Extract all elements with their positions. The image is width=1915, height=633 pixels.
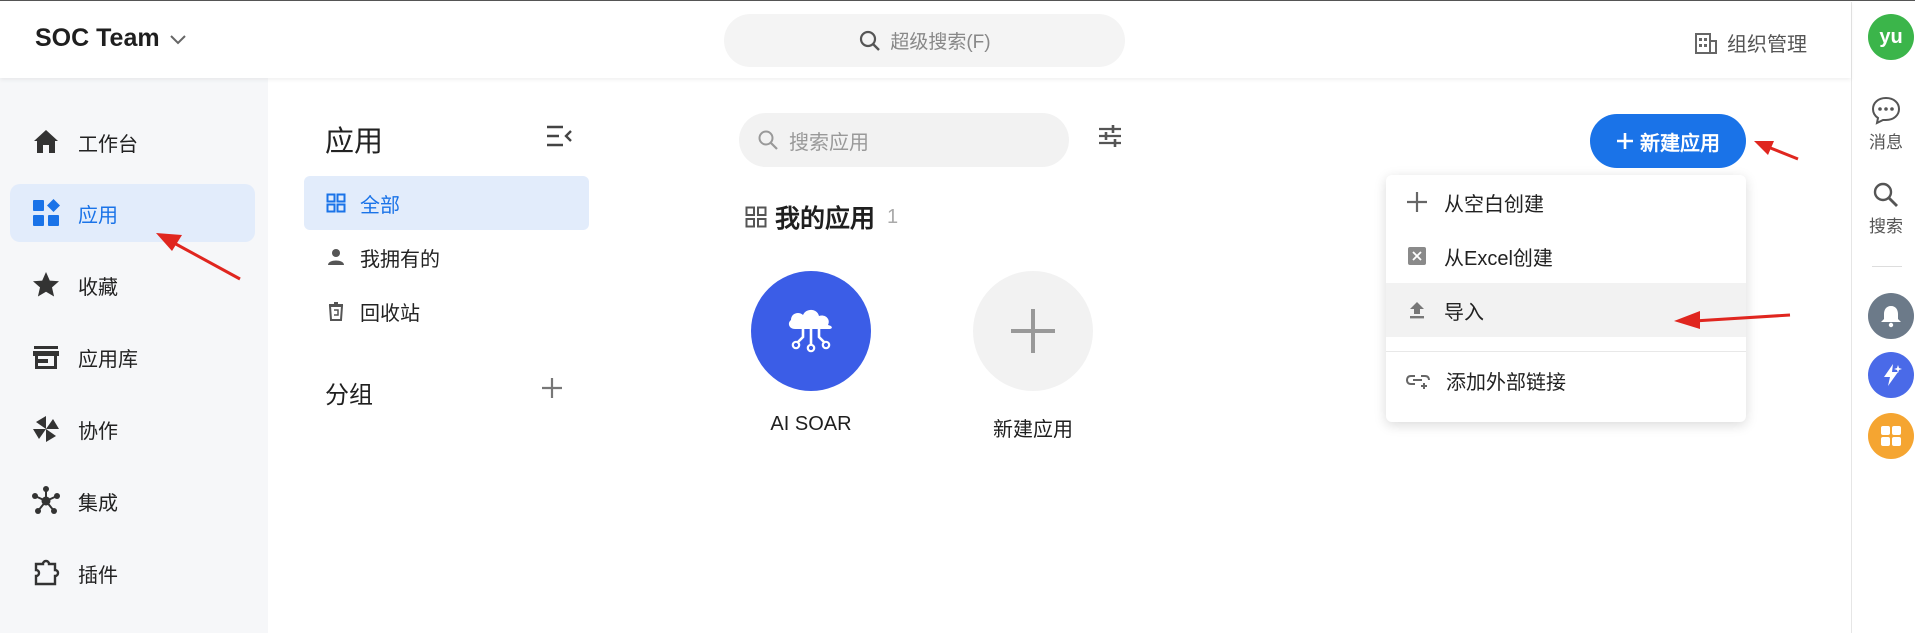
app-root: SOC Team 超级搜索(F) 组织管理 yu 消息 搜索 工作台 应用 收藏… [0, 0, 1915, 633]
search-icon [758, 130, 778, 150]
building-icon [1695, 32, 1717, 54]
left-sidebar: 工作台 应用 收藏 应用库 协作 集成 插件 [0, 78, 268, 633]
sidebar-item-workbench[interactable]: 工作台 [10, 113, 255, 171]
filter-owned[interactable]: 我拥有的 [304, 230, 589, 284]
chevron-down-icon [169, 34, 186, 44]
sidebar-item-label: 应用库 [78, 348, 138, 371]
menu-item-create-from-excel[interactable]: 从Excel创建 [1386, 229, 1746, 283]
my-apps-title: 我的应用 [775, 205, 876, 233]
annotation-arrow [156, 233, 241, 281]
filter-all[interactable]: 全部 [304, 176, 589, 230]
right-rail: yu 消息 搜索 [1851, 2, 1915, 633]
add-group-icon[interactable] [540, 376, 564, 400]
sidebar-item-label: 插件 [78, 564, 118, 587]
plus-icon [973, 271, 1093, 391]
super-search-input[interactable]: 超级搜索(F) [724, 14, 1125, 67]
sidebar-item-label: 协作 [78, 420, 118, 443]
sidebar-item-label: 应用 [78, 204, 118, 227]
messages-label: 消息 [1869, 133, 1903, 152]
new-app-button-label: 新建应用 [1640, 132, 1720, 155]
my-apps-count: 1 [887, 205, 899, 228]
apps-panel-title: 应用 [325, 126, 384, 158]
upload-icon [1410, 302, 1424, 319]
integration-icon [32, 486, 60, 514]
search-icon [860, 30, 881, 51]
avatar[interactable]: yu [1868, 14, 1914, 60]
filter-settings-icon[interactable] [1097, 123, 1123, 149]
person-icon [328, 249, 344, 265]
org-manage-label: 组织管理 [1727, 34, 1807, 56]
store-icon [33, 346, 59, 369]
menu-item-label: 添加外部链接 [1446, 371, 1566, 394]
rail-search-label: 搜索 [1869, 217, 1903, 236]
grid-icon [1881, 426, 1901, 446]
app-tile-label: AI SOAR [770, 413, 852, 435]
plus-icon [1617, 133, 1633, 149]
app-tile-new[interactable]: 新建应用 [953, 271, 1113, 442]
annotation-arrow [1674, 311, 1791, 329]
ai-assistant-button[interactable] [1868, 352, 1914, 398]
cloud-network-icon [751, 271, 871, 391]
org-manage-button[interactable]: 组织管理 [1693, 28, 1807, 57]
messages-button[interactable]: 消息 [1856, 94, 1915, 153]
chat-bubble-icon [1871, 96, 1901, 125]
top-header: SOC Team 超级搜索(F) 组织管理 [0, 2, 1851, 78]
app-search-input[interactable]: 搜索应用 [739, 113, 1069, 167]
grid-icon [745, 206, 767, 228]
super-search-placeholder: 超级搜索(F) [890, 32, 991, 53]
sidebar-item-label: 集成 [78, 492, 118, 515]
bell-icon [1881, 306, 1901, 328]
menu-item-label: 导入 [1444, 301, 1484, 324]
menu-item-label: 从Excel创建 [1444, 247, 1553, 270]
apps-panel: 应用 全部 我拥有的 回收站 分组 [300, 78, 600, 633]
plugin-icon [34, 559, 60, 586]
team-switcher[interactable]: SOC Team [35, 24, 188, 53]
menu-item-create-blank[interactable]: 从空白创建 [1386, 175, 1746, 229]
app-tile-ai-soar[interactable]: AI SOAR [731, 271, 891, 436]
sidebar-item-app-store[interactable]: 应用库 [10, 328, 255, 386]
sidebar-item-label: 收藏 [78, 276, 118, 299]
group-title: 分组 [325, 382, 373, 409]
filter-recycle-bin[interactable]: 回收站 [304, 284, 589, 338]
sidebar-item-label: 工作台 [78, 133, 138, 156]
sidebar-item-integration[interactable]: 集成 [10, 472, 255, 530]
search-icon [1873, 182, 1898, 207]
rail-divider [1872, 266, 1902, 267]
filter-all-label: 全部 [360, 194, 400, 217]
sidebar-item-plugins[interactable]: 插件 [10, 544, 255, 602]
app-search-placeholder: 搜索应用 [789, 131, 869, 154]
home-icon [34, 130, 58, 153]
menu-item-add-external-link[interactable]: 添加外部链接 [1386, 353, 1746, 407]
annotation-arrow [1754, 141, 1799, 161]
my-apps-heading: 我的应用 1 [745, 199, 898, 235]
notification-button[interactable] [1868, 293, 1914, 339]
app-grid-button[interactable] [1868, 413, 1914, 459]
excel-icon [1408, 247, 1426, 265]
filter-recycle-bin-label: 回收站 [360, 302, 420, 325]
star-icon [33, 272, 59, 297]
menu-item-label: 从空白创建 [1444, 193, 1544, 216]
collapse-menu-icon[interactable] [545, 123, 573, 149]
apps-icon [33, 199, 60, 226]
sidebar-item-collaboration[interactable]: 协作 [10, 400, 255, 458]
lightning-icon [1884, 364, 1902, 386]
link-icon [1406, 375, 1430, 389]
filter-owned-label: 我拥有的 [360, 248, 440, 271]
app-tile-label: 新建应用 [993, 419, 1073, 441]
collaboration-icon [33, 416, 59, 442]
menu-divider [1386, 351, 1746, 352]
new-app-dropdown: 从空白创建 从Excel创建 导入 添加外部链接 [1386, 175, 1746, 422]
plus-icon [1407, 192, 1427, 212]
rail-search-button[interactable]: 搜索 [1856, 180, 1915, 237]
team-name: SOC Team [35, 24, 160, 52]
new-app-button[interactable]: 新建应用 [1590, 114, 1746, 168]
recycle-bin-icon [328, 302, 344, 321]
grid-icon [326, 193, 346, 213]
